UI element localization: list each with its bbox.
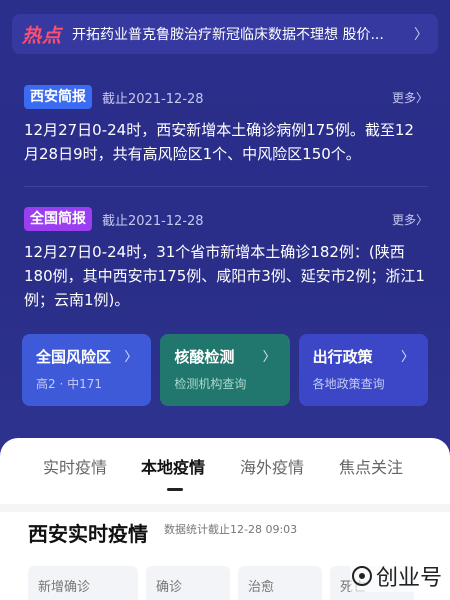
card-title: 核酸检测: [174, 348, 235, 366]
hot-news-headline[interactable]: 开拓药业普克鲁胺治疗新冠临床数据不理想 股价...: [72, 24, 408, 44]
stat-new-confirmed: 新增确诊: [28, 566, 138, 600]
stat-recovered: 治愈: [238, 566, 322, 600]
xian-brief-tag: 西安简报: [24, 85, 92, 109]
stat-confirmed: 确诊: [146, 566, 230, 600]
section-title: 西安实时疫情: [28, 522, 148, 546]
tab-local[interactable]: 本地疫情: [141, 454, 205, 478]
watermark: 创业号: [349, 560, 444, 592]
brief-divider: [24, 186, 428, 187]
xian-brief-text: 12月27日0-24时，西安新增本土确诊病例175例。截至12月28日9时，共有…: [24, 121, 414, 163]
national-brief-tag: 全国简报: [24, 207, 92, 231]
panel-divider: [0, 504, 450, 512]
card-title: 出行政策: [312, 348, 373, 366]
xian-brief: 西安简报 截止2021-12-28 更多〉 12月27日0-24时，西安新增本土…: [24, 84, 428, 166]
national-brief-date: 截止2021-12-28: [102, 213, 204, 229]
tab-focus[interactable]: 焦点关注: [339, 454, 403, 478]
national-brief-more-link[interactable]: 更多〉: [392, 211, 428, 228]
data-timestamp: 数据统计截止12-28 09:03: [164, 523, 298, 536]
national-brief: 全国简报 截止2021-12-28 更多〉 12月27日0-24时，31个省市新…: [24, 206, 428, 312]
national-brief-text: 12月27日0-24时，31个省市新增本土确诊182例：(陕西180例，其中西安…: [24, 243, 425, 309]
travel-policy-card[interactable]: 出行政策 〉 各地政策查询: [298, 334, 428, 406]
local-epidemic-panel: 实时疫情 本地疫情 海外疫情 焦点关注 西安实时疫情 数据统计截止12-28 0…: [0, 438, 450, 600]
hot-news-bar[interactable]: 热点 开拓药业普克鲁胺治疗新冠临床数据不理想 股价... 〉: [12, 14, 438, 54]
tab-bar: 实时疫情 本地疫情 海外疫情 焦点关注: [0, 454, 450, 494]
active-tab-indicator: [167, 488, 183, 491]
risk-area-card[interactable]: 全国风险区〉 高2 · 中171: [22, 334, 152, 406]
chevron-right-icon: 〉: [400, 350, 414, 365]
card-subtitle: 高2 · 中171: [36, 377, 102, 391]
tab-realtime[interactable]: 实时疫情: [43, 454, 107, 478]
hot-tag: 热点: [22, 24, 63, 47]
chevron-right-icon: 〉: [124, 350, 138, 365]
chevron-right-icon: 〉: [262, 350, 276, 365]
xian-brief-date: 截止2021-12-28: [102, 91, 204, 107]
card-title: 全国风险区: [36, 348, 112, 366]
watermark-text: 创业号: [375, 566, 442, 591]
chevron-right-icon: 〉: [414, 27, 428, 43]
card-subtitle: 各地政策查询: [312, 377, 385, 391]
card-subtitle: 检测机构查询: [174, 377, 247, 391]
tab-overseas[interactable]: 海外疫情: [240, 454, 304, 478]
watermark-logo-icon: [351, 566, 372, 586]
xian-brief-more-link[interactable]: 更多〉: [392, 89, 428, 106]
nucleic-test-card[interactable]: 核酸检测 〉 检测机构查询: [160, 334, 290, 406]
quick-cards: 全国风险区〉 高2 · 中171 核酸检测〉 检测机构查询 出行政策〉 各地政策…: [22, 334, 428, 406]
